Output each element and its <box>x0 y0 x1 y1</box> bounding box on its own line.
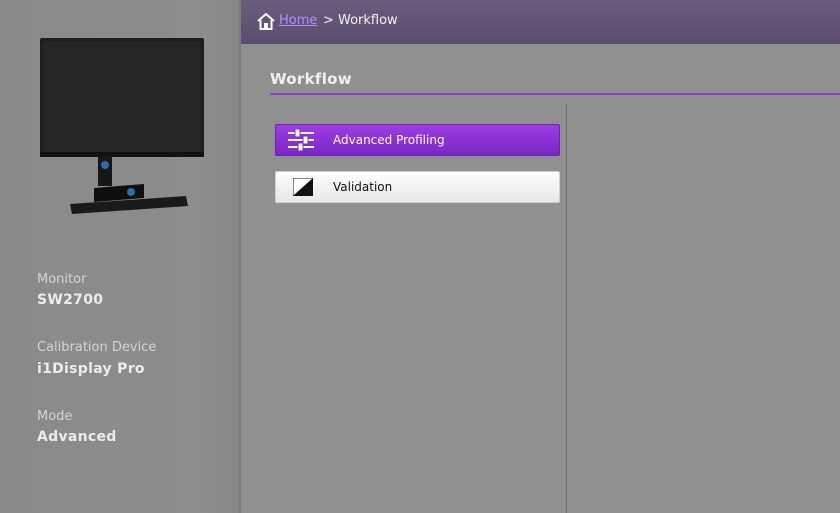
breadcrumb: Home > Workflow <box>241 0 840 44</box>
mode-label: Mode <box>37 409 73 424</box>
validation-contrast-icon <box>293 178 313 196</box>
breadcrumb-home-link[interactable]: Home <box>279 13 317 28</box>
mode-value: Advanced <box>37 429 117 445</box>
breadcrumb-current: Workflow <box>338 13 398 28</box>
monitor-label: Monitor <box>37 272 87 287</box>
calibration-device-value: i1Display Pro <box>37 361 145 377</box>
validation-label: Validation <box>333 180 393 194</box>
sliders-icon <box>288 129 314 151</box>
validation-button[interactable]: Validation <box>275 171 560 203</box>
sidebar: Monitor SW2700 Calibration Device i1Disp… <box>0 0 240 513</box>
advanced-profiling-button[interactable]: Advanced Profiling <box>275 124 560 156</box>
column-divider <box>566 104 567 513</box>
monitor-image <box>40 38 204 214</box>
main-content: Workflow Advanced Profiling Validation <box>241 44 840 513</box>
calibration-device-label: Calibration Device <box>37 340 157 355</box>
page-title: Workflow <box>270 70 352 88</box>
advanced-profiling-label: Advanced Profiling <box>333 133 445 147</box>
home-icon[interactable] <box>257 13 275 30</box>
breadcrumb-separator: > <box>323 13 334 28</box>
monitor-value: SW2700 <box>37 292 104 308</box>
title-underline <box>270 93 840 95</box>
